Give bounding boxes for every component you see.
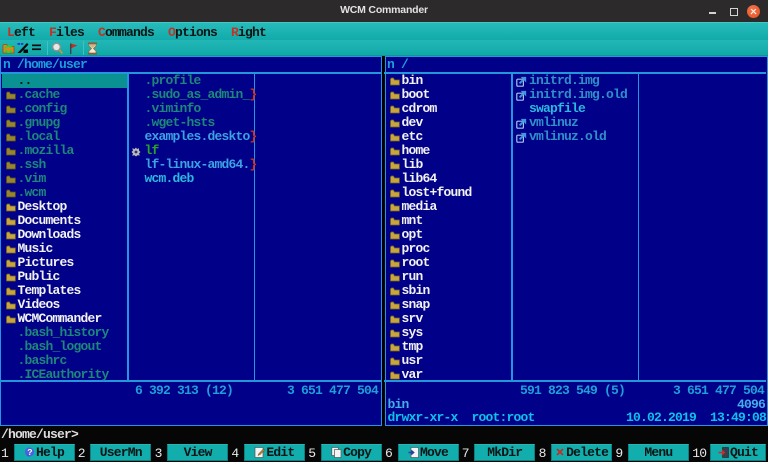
svg-text:?: ? bbox=[27, 447, 32, 457]
